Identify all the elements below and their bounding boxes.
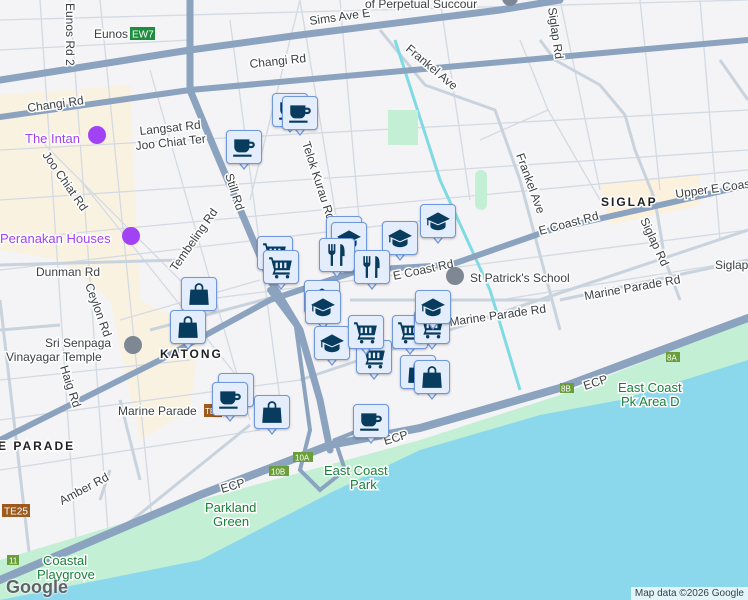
label-tembeling-rd: Tembeling Rd <box>167 206 221 274</box>
label-marine-parade-rd: Marine Parade Rd <box>448 302 546 329</box>
label-changi-rd: Changi Rd <box>249 51 307 71</box>
park-patch <box>475 170 487 210</box>
coffee-marker[interactable] <box>212 382 248 428</box>
restaurant-icon <box>359 254 385 280</box>
shopping-icon <box>419 364 445 390</box>
cart-marker[interactable] <box>348 315 384 361</box>
area-siglap: SIGLAP <box>601 195 658 209</box>
map-attribution[interactable]: Map data ©2026 Google <box>630 587 748 600</box>
education-icon <box>387 225 413 251</box>
label-still-rd: Still Rd <box>222 172 247 212</box>
label-parkland-green-2: Green <box>213 514 249 529</box>
label-east-coast-area-d-2: Pk Area D <box>621 394 680 409</box>
te25-code: TE25 <box>4 507 28 518</box>
label-dunman-rd: Dunman Rd <box>36 265 100 279</box>
label-east-coast-park-2: Park <box>350 477 377 492</box>
cart-icon <box>268 254 294 280</box>
label-st-patricks-school[interactable]: St Patrick's School <box>469 270 572 287</box>
eunos-station-code: EW7 <box>132 30 154 41</box>
shopping-marker[interactable] <box>170 310 206 356</box>
temple-icon[interactable] <box>124 336 142 354</box>
exit-11: 11 <box>9 557 18 566</box>
map-canvas[interactable]: Sims Ave E Changi Rd Changi Rd Eunos Rd … <box>0 0 748 600</box>
marker-body <box>348 315 384 349</box>
exit-8a: 8A <box>667 354 677 363</box>
exit-10a: 10A <box>295 454 310 463</box>
label-peranakan-houses[interactable]: Peranakan Houses <box>0 230 113 248</box>
label-eunos-rd-2: Eunos Rd 2 <box>63 3 77 66</box>
label-haig-rd: Haig Rd <box>57 364 84 410</box>
coffee-icon <box>358 408 384 434</box>
marker-body <box>354 250 390 284</box>
coffee-icon <box>217 386 243 412</box>
marker-body <box>226 130 262 164</box>
coffee-icon <box>231 134 257 160</box>
shopping-icon <box>186 281 212 307</box>
label-church: of Perpetual Succour <box>365 0 477 11</box>
marker-body <box>212 382 248 416</box>
marker-body <box>414 360 450 394</box>
marker-body <box>319 238 355 272</box>
restaurant-icon <box>324 242 350 268</box>
cart-icon <box>353 319 379 345</box>
label-marine-parade-station: Marine Parade <box>118 404 197 418</box>
label-e-coast-rd: E Coast Rd <box>537 208 600 237</box>
marker-body <box>305 290 341 324</box>
exit-8b: 8B <box>561 385 571 394</box>
education-icon <box>420 294 446 320</box>
label-temple-2[interactable]: Vinayagar Temple <box>5 349 104 366</box>
label-the-intan[interactable]: The Intan <box>24 130 82 148</box>
restaurant-marker[interactable] <box>319 238 355 284</box>
marker-body <box>415 290 451 324</box>
museum-icon[interactable] <box>88 126 106 144</box>
camera-icon[interactable] <box>122 227 140 245</box>
education-icon <box>319 330 345 356</box>
marker-body <box>254 395 290 429</box>
coffee-icon <box>287 100 313 126</box>
marker-body <box>263 250 299 284</box>
marker-body <box>170 310 206 344</box>
label-coastal-playgrove: Coastal <box>43 553 87 568</box>
label-east-coast-park: East Coast <box>324 463 388 478</box>
coffee-marker[interactable] <box>226 130 262 176</box>
marker-body <box>353 404 389 438</box>
google-logo: Google <box>6 577 68 597</box>
marker-body <box>314 326 350 360</box>
shopping-icon <box>175 314 201 340</box>
label-parkland-green: Parkland <box>205 500 256 515</box>
education-marker[interactable] <box>314 326 350 372</box>
marker-body <box>282 96 318 130</box>
exit-10b: 10B <box>271 468 285 477</box>
shopping-icon <box>259 399 285 425</box>
school-icon[interactable] <box>446 267 464 285</box>
shopping-marker[interactable] <box>254 395 290 441</box>
label-marine-parade-rd-2: Marine Parade Rd <box>583 272 681 303</box>
cart-marker[interactable] <box>263 250 299 296</box>
park-patch <box>388 110 418 145</box>
label-eunos: Eunos <box>94 27 128 41</box>
label-east-coast-area-d: East Coast <box>618 380 682 395</box>
education-icon <box>310 294 336 320</box>
coffee-marker[interactable] <box>353 404 389 450</box>
coffee-marker[interactable] <box>282 96 318 142</box>
label-siglap: Siglap <box>715 258 748 272</box>
marker-body <box>420 204 456 238</box>
area-marine-parade: E PARADE <box>0 439 75 453</box>
marker-body <box>181 277 217 311</box>
education-icon <box>425 208 451 234</box>
restaurant-marker[interactable] <box>354 250 390 296</box>
shopping-marker[interactable] <box>414 360 450 406</box>
label-temple-1[interactable]: Sri Senpaga <box>44 335 113 352</box>
label-frankel-ave-2: Frankel Ave <box>513 151 548 215</box>
education-marker[interactable] <box>420 204 456 250</box>
education-marker[interactable] <box>415 290 451 336</box>
